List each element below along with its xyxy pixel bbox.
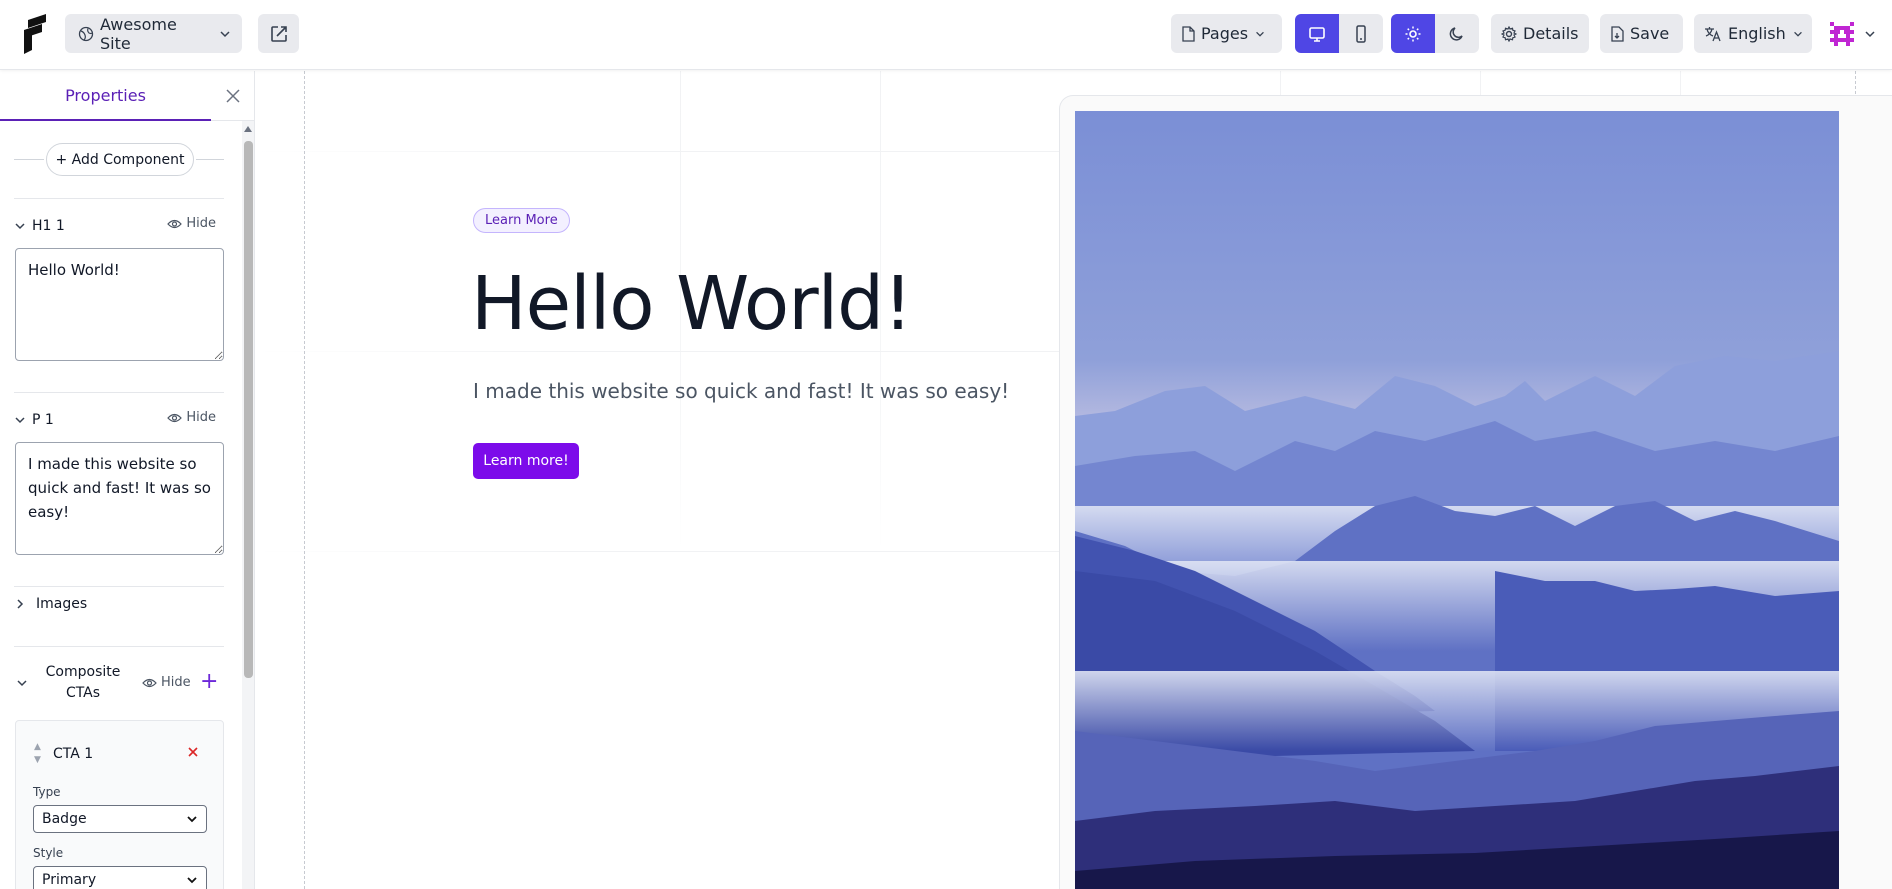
pages-dropdown-button[interactable]: Pages bbox=[1171, 14, 1282, 53]
images-section-title: Images bbox=[36, 596, 88, 612]
type-select-value: Badge bbox=[42, 811, 87, 827]
device-toggle bbox=[1295, 14, 1383, 53]
scroll-up-arrow-icon[interactable] bbox=[244, 126, 252, 132]
chevron-right-icon bbox=[17, 599, 24, 609]
details-label: Details bbox=[1523, 24, 1579, 43]
properties-sidebar: Properties + Add Component H1 1 Hide Hel… bbox=[0, 71, 255, 889]
save-label: Save bbox=[1630, 24, 1670, 43]
site-name: Awesome Site bbox=[100, 14, 177, 53]
p-hide-button[interactable]: Hide bbox=[167, 410, 216, 425]
chevron-down-icon[interactable] bbox=[1863, 27, 1877, 41]
hide-label: Hide bbox=[186, 216, 216, 231]
delete-x-icon[interactable] bbox=[187, 746, 199, 758]
learn-more-button-label: Learn more! bbox=[483, 453, 569, 469]
page-preview-canvas: Learn More Hello World! I made this webs… bbox=[256, 71, 1892, 889]
open-site-button[interactable] bbox=[258, 14, 299, 53]
h1-section-title: H1 1 bbox=[32, 218, 65, 234]
external-edit-icon bbox=[270, 25, 287, 42]
scrollbar-thumb[interactable] bbox=[244, 141, 253, 678]
type-label: Type bbox=[33, 785, 61, 799]
divider-line bbox=[14, 159, 44, 160]
add-component-button[interactable]: + Add Component bbox=[46, 143, 194, 176]
divider-line bbox=[196, 159, 224, 160]
top-toolbar: Awesome Site Pages Details Save English bbox=[0, 0, 1892, 70]
cta-card: ▲ ▼ CTA 1 Type Badge Style Primary bbox=[15, 720, 224, 889]
dark-theme-button[interactable] bbox=[1435, 14, 1479, 53]
add-component-row: + Add Component bbox=[14, 141, 224, 177]
h1-text-input[interactable]: Hello World! bbox=[15, 248, 224, 361]
language-label: English bbox=[1728, 24, 1786, 43]
eye-icon bbox=[142, 678, 157, 687]
learn-more-badge[interactable]: Learn More bbox=[473, 208, 570, 233]
learn-more-button[interactable]: Learn more! bbox=[473, 443, 579, 479]
eye-icon bbox=[167, 413, 183, 422]
details-button[interactable]: Details bbox=[1491, 14, 1589, 53]
close-icon[interactable] bbox=[224, 87, 242, 105]
composite-ctas-title: Composite CTAs bbox=[45, 664, 121, 701]
hero-paragraph[interactable]: I made this website so quick and fast! I… bbox=[473, 379, 1009, 403]
p-section-title: P 1 bbox=[32, 412, 54, 428]
chevron-down-icon bbox=[15, 417, 25, 424]
page-frame-left-edge bbox=[304, 71, 305, 889]
phone-icon bbox=[1356, 24, 1366, 43]
tab-properties-label: Properties bbox=[65, 85, 146, 105]
hide-label: Hide bbox=[161, 675, 191, 690]
save-file-icon bbox=[1611, 25, 1624, 42]
style-select[interactable]: Primary bbox=[33, 866, 207, 889]
style-label: Style bbox=[33, 846, 64, 860]
monitor-icon bbox=[1309, 26, 1325, 42]
section-divider bbox=[14, 198, 224, 199]
site-selector-button[interactable]: Awesome Site bbox=[65, 14, 242, 53]
desktop-view-button[interactable] bbox=[1295, 14, 1339, 53]
section-divider bbox=[14, 586, 224, 587]
h1-hide-button[interactable]: Hide bbox=[167, 216, 216, 231]
h1-section-header[interactable]: H1 1 Hide bbox=[14, 215, 224, 237]
eye-icon bbox=[167, 219, 183, 228]
sun-icon bbox=[1405, 26, 1421, 41]
composite-hide-button[interactable]: Hide bbox=[142, 675, 191, 690]
mobile-view-button[interactable] bbox=[1339, 14, 1383, 53]
chevron-down-icon bbox=[187, 877, 197, 884]
chevron-down-icon bbox=[187, 816, 197, 823]
app-logo-icon[interactable] bbox=[22, 14, 48, 54]
type-select[interactable]: Badge bbox=[33, 805, 207, 833]
pages-label: Pages bbox=[1201, 24, 1249, 43]
style-select-value: Primary bbox=[42, 872, 97, 888]
hero-mountain-image[interactable] bbox=[1075, 111, 1839, 889]
globe-icon bbox=[78, 26, 94, 41]
p-section-header[interactable]: P 1 Hide bbox=[14, 409, 224, 431]
user-avatar[interactable] bbox=[1826, 18, 1858, 50]
p-text-input[interactable]: I made this website so quick and fast! I… bbox=[15, 442, 224, 555]
composite-ctas-header[interactable]: Composite CTAs Hide + bbox=[14, 662, 224, 704]
translate-icon bbox=[1705, 26, 1721, 41]
gear-icon bbox=[1501, 25, 1517, 42]
images-section-header[interactable]: Images bbox=[14, 596, 87, 612]
chevron-down-icon bbox=[220, 30, 230, 37]
badge-label: Learn More bbox=[485, 213, 558, 228]
chevron-down-icon bbox=[1256, 31, 1264, 37]
light-theme-button[interactable] bbox=[1391, 14, 1435, 53]
theme-toggle bbox=[1391, 14, 1479, 53]
reorder-arrows-icon[interactable]: ▲ ▼ bbox=[34, 741, 41, 767]
moon-icon bbox=[1449, 26, 1463, 41]
cta-title: CTA 1 bbox=[53, 746, 94, 762]
hero-heading[interactable]: Hello World! bbox=[471, 261, 913, 347]
language-selector-button[interactable]: English bbox=[1694, 14, 1812, 53]
hide-label: Hide bbox=[186, 410, 216, 425]
add-component-label: + Add Component bbox=[55, 151, 185, 168]
section-divider bbox=[14, 392, 224, 393]
file-icon bbox=[1182, 25, 1195, 42]
save-button[interactable]: Save bbox=[1600, 14, 1683, 53]
tab-properties[interactable]: Properties bbox=[0, 71, 211, 121]
chevron-down-icon bbox=[1793, 31, 1802, 37]
section-divider bbox=[14, 646, 224, 647]
add-cta-plus-icon[interactable]: + bbox=[200, 671, 218, 693]
chevron-down-icon bbox=[15, 223, 25, 230]
chevron-down-icon bbox=[17, 680, 27, 687]
